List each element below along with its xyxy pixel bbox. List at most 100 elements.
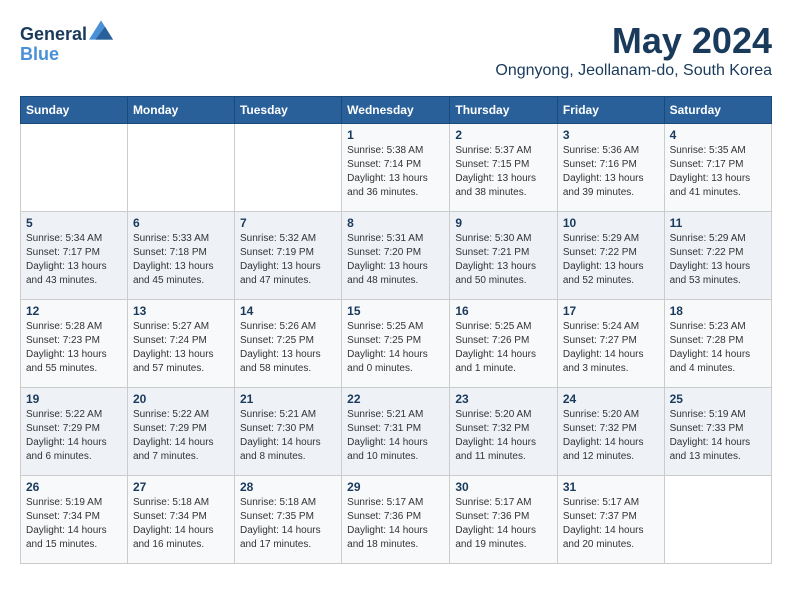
table-row: 10 Sunrise: 5:29 AM Sunset: 7:22 PM Dayli… — [557, 212, 664, 300]
location-title: Ongnyong, Jeollanam-do, South Korea — [495, 62, 772, 80]
table-row: 13 Sunrise: 5:27 AM Sunset: 7:24 PM Dayli… — [127, 300, 234, 388]
col-friday: Friday — [557, 97, 664, 124]
day-number: 28 — [240, 480, 336, 494]
day-info: Sunrise: 5:22 AM Sunset: 7:29 PM Dayligh… — [133, 408, 229, 464]
table-row — [664, 476, 771, 564]
day-number: 4 — [670, 128, 766, 142]
col-sunday: Sunday — [21, 97, 128, 124]
day-info: Sunrise: 5:31 AM Sunset: 7:20 PM Dayligh… — [347, 232, 444, 288]
day-info: Sunrise: 5:24 AM Sunset: 7:27 PM Dayligh… — [563, 320, 659, 376]
day-info: Sunrise: 5:21 AM Sunset: 7:31 PM Dayligh… — [347, 408, 444, 464]
day-info: Sunrise: 5:33 AM Sunset: 7:18 PM Dayligh… — [133, 232, 229, 288]
day-number: 9 — [455, 216, 552, 230]
table-row: 21 Sunrise: 5:21 AM Sunset: 7:30 PM Dayli… — [234, 388, 341, 476]
table-row: 18 Sunrise: 5:23 AM Sunset: 7:28 PM Dayli… — [664, 300, 771, 388]
day-info: Sunrise: 5:23 AM Sunset: 7:28 PM Dayligh… — [670, 320, 766, 376]
table-row: 27 Sunrise: 5:18 AM Sunset: 7:34 PM Dayli… — [127, 476, 234, 564]
table-row: 9 Sunrise: 5:30 AM Sunset: 7:21 PM Daylig… — [450, 212, 558, 300]
table-row: 23 Sunrise: 5:20 AM Sunset: 7:32 PM Dayli… — [450, 388, 558, 476]
day-info: Sunrise: 5:34 AM Sunset: 7:17 PM Dayligh… — [26, 232, 122, 288]
day-info: Sunrise: 5:30 AM Sunset: 7:21 PM Dayligh… — [455, 232, 552, 288]
day-info: Sunrise: 5:38 AM Sunset: 7:14 PM Dayligh… — [347, 144, 444, 200]
day-info: Sunrise: 5:25 AM Sunset: 7:25 PM Dayligh… — [347, 320, 444, 376]
table-row: 30 Sunrise: 5:17 AM Sunset: 7:36 PM Dayli… — [450, 476, 558, 564]
col-saturday: Saturday — [664, 97, 771, 124]
table-row: 22Sunrise: 5:21 AM Sunset: 7:31 PM Dayli… — [342, 388, 450, 476]
day-number: 13 — [133, 304, 229, 318]
table-row: 3Sunrise: 5:36 AM Sunset: 7:16 PM Daylig… — [557, 124, 664, 212]
col-thursday: Thursday — [450, 97, 558, 124]
table-row: 8 Sunrise: 5:31 AM Sunset: 7:20 PM Daylig… — [342, 212, 450, 300]
logo-icon — [89, 20, 113, 40]
day-info: Sunrise: 5:17 AM Sunset: 7:36 PM Dayligh… — [455, 496, 552, 552]
day-number: 3 — [563, 128, 659, 142]
table-row: 2 Sunrise: 5:37 AM Sunset: 7:15 PM Daylig… — [450, 124, 558, 212]
day-info: Sunrise: 5:29 AM Sunset: 7:22 PM Dayligh… — [670, 232, 766, 288]
table-row: 24 Sunrise: 5:20 AM Sunset: 7:32 PM Dayli… — [557, 388, 664, 476]
table-row: 5 Sunrise: 5:34 AM Sunset: 7:17 PM Daylig… — [21, 212, 128, 300]
col-tuesday: Tuesday — [234, 97, 341, 124]
col-wednesday: Wednesday — [342, 97, 450, 124]
day-number: 25 — [670, 392, 766, 406]
table-row: 19Sunrise: 5:22 AM Sunset: 7:29 PM Dayli… — [21, 388, 128, 476]
calendar-table: Sunday Monday Tuesday Wednesday Thursday… — [20, 96, 772, 564]
day-number: 10 — [563, 216, 659, 230]
day-number: 17 — [563, 304, 659, 318]
calendar-week-row: 19Sunrise: 5:22 AM Sunset: 7:29 PM Dayli… — [21, 388, 772, 476]
calendar-week-row: 12 Sunrise: 5:28 AM Sunset: 7:23 PM Dayli… — [21, 300, 772, 388]
day-info: Sunrise: 5:22 AM Sunset: 7:29 PM Dayligh… — [26, 408, 122, 464]
table-row: 25 Sunrise: 5:19 AM Sunset: 7:33 PM Dayli… — [664, 388, 771, 476]
day-info: Sunrise: 5:18 AM Sunset: 7:34 PM Dayligh… — [133, 496, 229, 552]
day-number: 15 — [347, 304, 444, 318]
day-info: Sunrise: 5:37 AM Sunset: 7:15 PM Dayligh… — [455, 144, 552, 200]
col-monday: Monday — [127, 97, 234, 124]
table-row: 15 Sunrise: 5:25 AM Sunset: 7:25 PM Dayli… — [342, 300, 450, 388]
table-row: 1Sunrise: 5:38 AM Sunset: 7:14 PM Daylig… — [342, 124, 450, 212]
day-number: 30 — [455, 480, 552, 494]
calendar-week-row: 26 Sunrise: 5:19 AM Sunset: 7:34 PM Dayli… — [21, 476, 772, 564]
day-number: 16 — [455, 304, 552, 318]
day-info: Sunrise: 5:27 AM Sunset: 7:24 PM Dayligh… — [133, 320, 229, 376]
day-info: Sunrise: 5:20 AM Sunset: 7:32 PM Dayligh… — [563, 408, 659, 464]
calendar-week-row: 1Sunrise: 5:38 AM Sunset: 7:14 PM Daylig… — [21, 124, 772, 212]
table-row: 29Sunrise: 5:17 AM Sunset: 7:36 PM Dayli… — [342, 476, 450, 564]
table-row: 28 Sunrise: 5:18 AM Sunset: 7:35 PM Dayli… — [234, 476, 341, 564]
day-number: 21 — [240, 392, 336, 406]
page-container: General Blue May 2024 Ongnyong, Jeollana… — [20, 20, 772, 564]
day-number: 14 — [240, 304, 336, 318]
logo-text: General Blue — [20, 20, 113, 65]
day-number: 24 — [563, 392, 659, 406]
day-info: Sunrise: 5:28 AM Sunset: 7:23 PM Dayligh… — [26, 320, 122, 376]
day-info: Sunrise: 5:29 AM Sunset: 7:22 PM Dayligh… — [563, 232, 659, 288]
day-number: 2 — [455, 128, 552, 142]
day-number: 26 — [26, 480, 122, 494]
day-info: Sunrise: 5:18 AM Sunset: 7:35 PM Dayligh… — [240, 496, 336, 552]
calendar-week-row: 5 Sunrise: 5:34 AM Sunset: 7:17 PM Daylig… — [21, 212, 772, 300]
logo: General Blue — [20, 20, 113, 65]
day-number: 8 — [347, 216, 444, 230]
table-row: 26 Sunrise: 5:19 AM Sunset: 7:34 PM Dayli… — [21, 476, 128, 564]
table-row: 16Sunrise: 5:25 AM Sunset: 7:26 PM Dayli… — [450, 300, 558, 388]
day-info: Sunrise: 5:19 AM Sunset: 7:34 PM Dayligh… — [26, 496, 122, 552]
table-row: 12 Sunrise: 5:28 AM Sunset: 7:23 PM Dayli… — [21, 300, 128, 388]
day-info: Sunrise: 5:20 AM Sunset: 7:32 PM Dayligh… — [455, 408, 552, 464]
table-row: 7Sunrise: 5:32 AM Sunset: 7:19 PM Daylig… — [234, 212, 341, 300]
day-number: 12 — [26, 304, 122, 318]
table-row: 11Sunrise: 5:29 AM Sunset: 7:22 PM Dayli… — [664, 212, 771, 300]
day-info: Sunrise: 5:19 AM Sunset: 7:33 PM Dayligh… — [670, 408, 766, 464]
table-row: 31Sunrise: 5:17 AM Sunset: 7:37 PM Dayli… — [557, 476, 664, 564]
calendar-header-row: Sunday Monday Tuesday Wednesday Thursday… — [21, 97, 772, 124]
day-info: Sunrise: 5:17 AM Sunset: 7:36 PM Dayligh… — [347, 496, 444, 552]
day-info: Sunrise: 5:21 AM Sunset: 7:30 PM Dayligh… — [240, 408, 336, 464]
day-number: 18 — [670, 304, 766, 318]
day-info: Sunrise: 5:17 AM Sunset: 7:37 PM Dayligh… — [563, 496, 659, 552]
table-row: 17 Sunrise: 5:24 AM Sunset: 7:27 PM Dayli… — [557, 300, 664, 388]
day-number: 20 — [133, 392, 229, 406]
day-info: Sunrise: 5:32 AM Sunset: 7:19 PM Dayligh… — [240, 232, 336, 288]
day-number: 23 — [455, 392, 552, 406]
month-title: May 2024 — [495, 20, 772, 62]
day-number: 27 — [133, 480, 229, 494]
day-number: 5 — [26, 216, 122, 230]
day-info: Sunrise: 5:26 AM Sunset: 7:25 PM Dayligh… — [240, 320, 336, 376]
table-row — [21, 124, 128, 212]
